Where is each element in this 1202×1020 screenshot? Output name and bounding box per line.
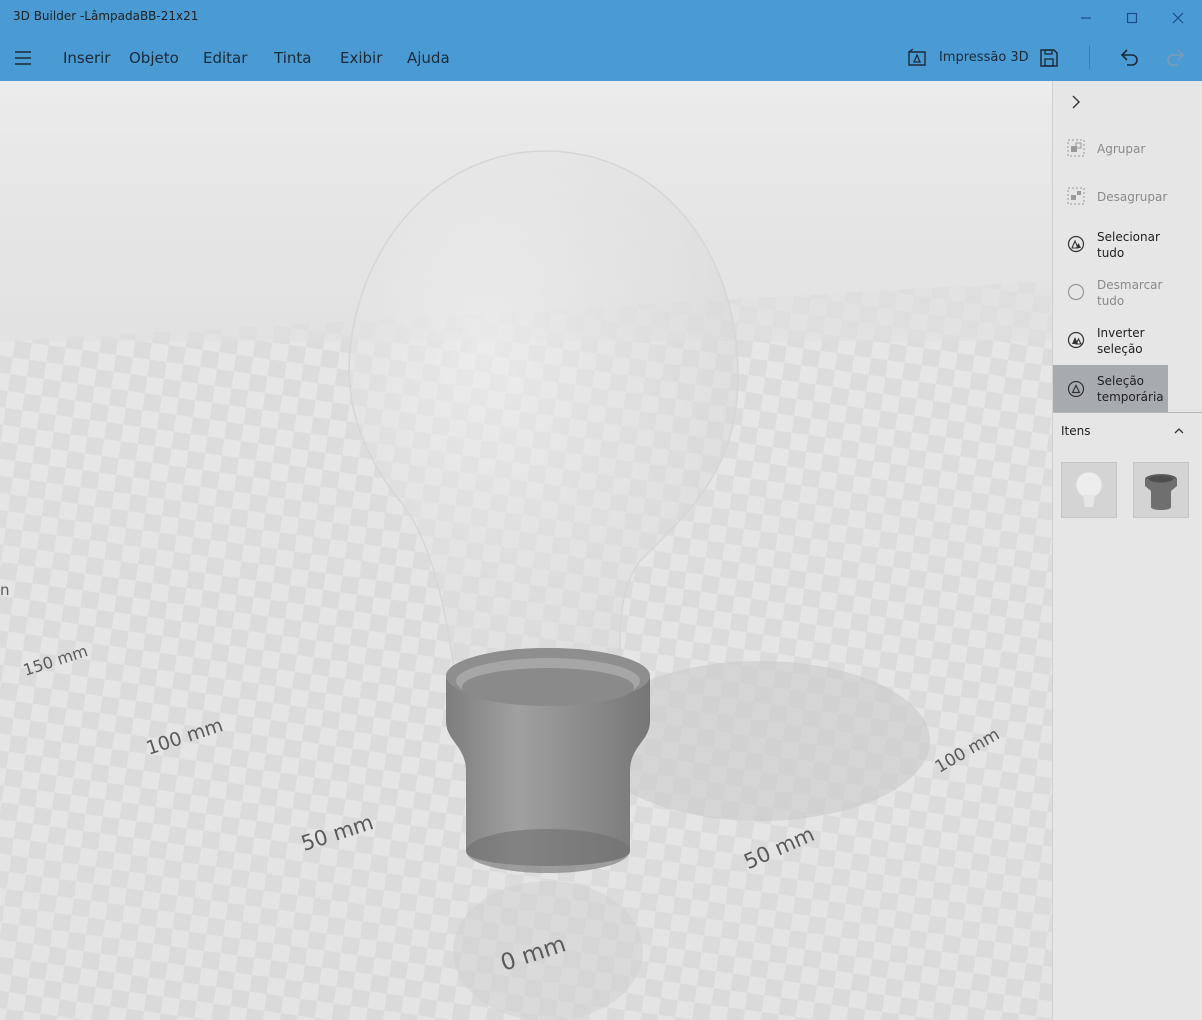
close-button[interactable]	[1155, 0, 1201, 35]
menu-exibir[interactable]: Exibir	[340, 49, 382, 67]
save-icon	[1040, 49, 1058, 67]
maximize-icon	[1126, 12, 1138, 23]
select-all-label: Selecionar tudo	[1097, 230, 1160, 260]
3d-viewport[interactable]: n 150 mm 100 mm 50 mm 0 mm 50 mm 100 mm	[0, 81, 1052, 1020]
invert-selection-icon	[1067, 331, 1085, 349]
minimize-button[interactable]	[1063, 0, 1109, 35]
chevron-up-icon[interactable]	[1173, 425, 1185, 437]
group-button[interactable]: Agrupar	[1053, 126, 1168, 172]
deselect-all-label: Desmarcar tudo	[1097, 278, 1163, 308]
menu-bar: Inserir Objeto Editar Tinta Exibir Ajuda…	[0, 35, 1202, 81]
select-all-icon	[1067, 235, 1085, 253]
temporary-selection-icon	[1067, 380, 1085, 398]
deselect-all-button[interactable]: Desmarcar tudo	[1053, 270, 1168, 316]
temporary-selection-button[interactable]: Seleção temporária	[1053, 365, 1168, 413]
panel-divider	[1053, 412, 1202, 413]
redo-icon	[1167, 49, 1185, 66]
side-panel: Agrupar Desagrupar Selecionar tudo Desma…	[1052, 81, 1202, 1020]
item-thumbnail-socket[interactable]	[1133, 462, 1189, 518]
window-title: 3D Builder -LâmpadaBB-21x21	[13, 9, 199, 23]
items-heading: Itens	[1061, 424, 1091, 438]
deselect-all-icon	[1067, 283, 1085, 301]
minimize-icon	[1081, 16, 1091, 19]
invert-selection-button[interactable]: Inverter seleção	[1053, 318, 1168, 364]
scene-canvas	[0, 81, 1052, 1020]
undo-button[interactable]	[1118, 45, 1140, 71]
chevron-right-icon[interactable]	[1069, 95, 1083, 109]
ungroup-label: Desagrupar	[1097, 190, 1168, 204]
select-all-button[interactable]: Selecionar tudo	[1053, 222, 1168, 268]
redo-button[interactable]	[1165, 45, 1187, 71]
group-icon	[1067, 139, 1085, 157]
ungroup-button[interactable]: Desagrupar	[1053, 174, 1168, 220]
toolbar-separator	[1089, 45, 1090, 69]
temporary-selection-label: Seleção temporária	[1097, 374, 1164, 404]
menu-inserir[interactable]: Inserir	[63, 49, 110, 67]
save-button[interactable]	[1039, 45, 1059, 71]
title-bar: 3D Builder -LâmpadaBB-21x21	[0, 0, 1202, 35]
undo-icon	[1120, 49, 1138, 66]
print-3d-icon	[908, 48, 926, 66]
close-icon	[1172, 12, 1184, 23]
bulb-thumbnail-icon	[1075, 471, 1103, 507]
hamburger-menu-icon[interactable]	[13, 49, 33, 67]
menu-ajuda[interactable]: Ajuda	[407, 49, 450, 67]
menu-objeto[interactable]: Objeto	[129, 49, 179, 67]
maximize-button[interactable]	[1109, 0, 1155, 35]
floor-label-edge: n	[0, 581, 10, 599]
menu-editar[interactable]: Editar	[203, 49, 247, 67]
invert-selection-label: Inverter seleção	[1097, 326, 1145, 356]
print-3d-button[interactable]	[906, 45, 928, 71]
ungroup-icon	[1067, 187, 1085, 205]
item-thumbnail-bulb[interactable]	[1061, 462, 1117, 518]
group-label: Agrupar	[1097, 142, 1146, 156]
menu-tinta[interactable]: Tinta	[274, 49, 311, 67]
socket-thumbnail-icon	[1145, 474, 1177, 510]
print-3d-label[interactable]: Impressão 3D	[939, 50, 1029, 65]
